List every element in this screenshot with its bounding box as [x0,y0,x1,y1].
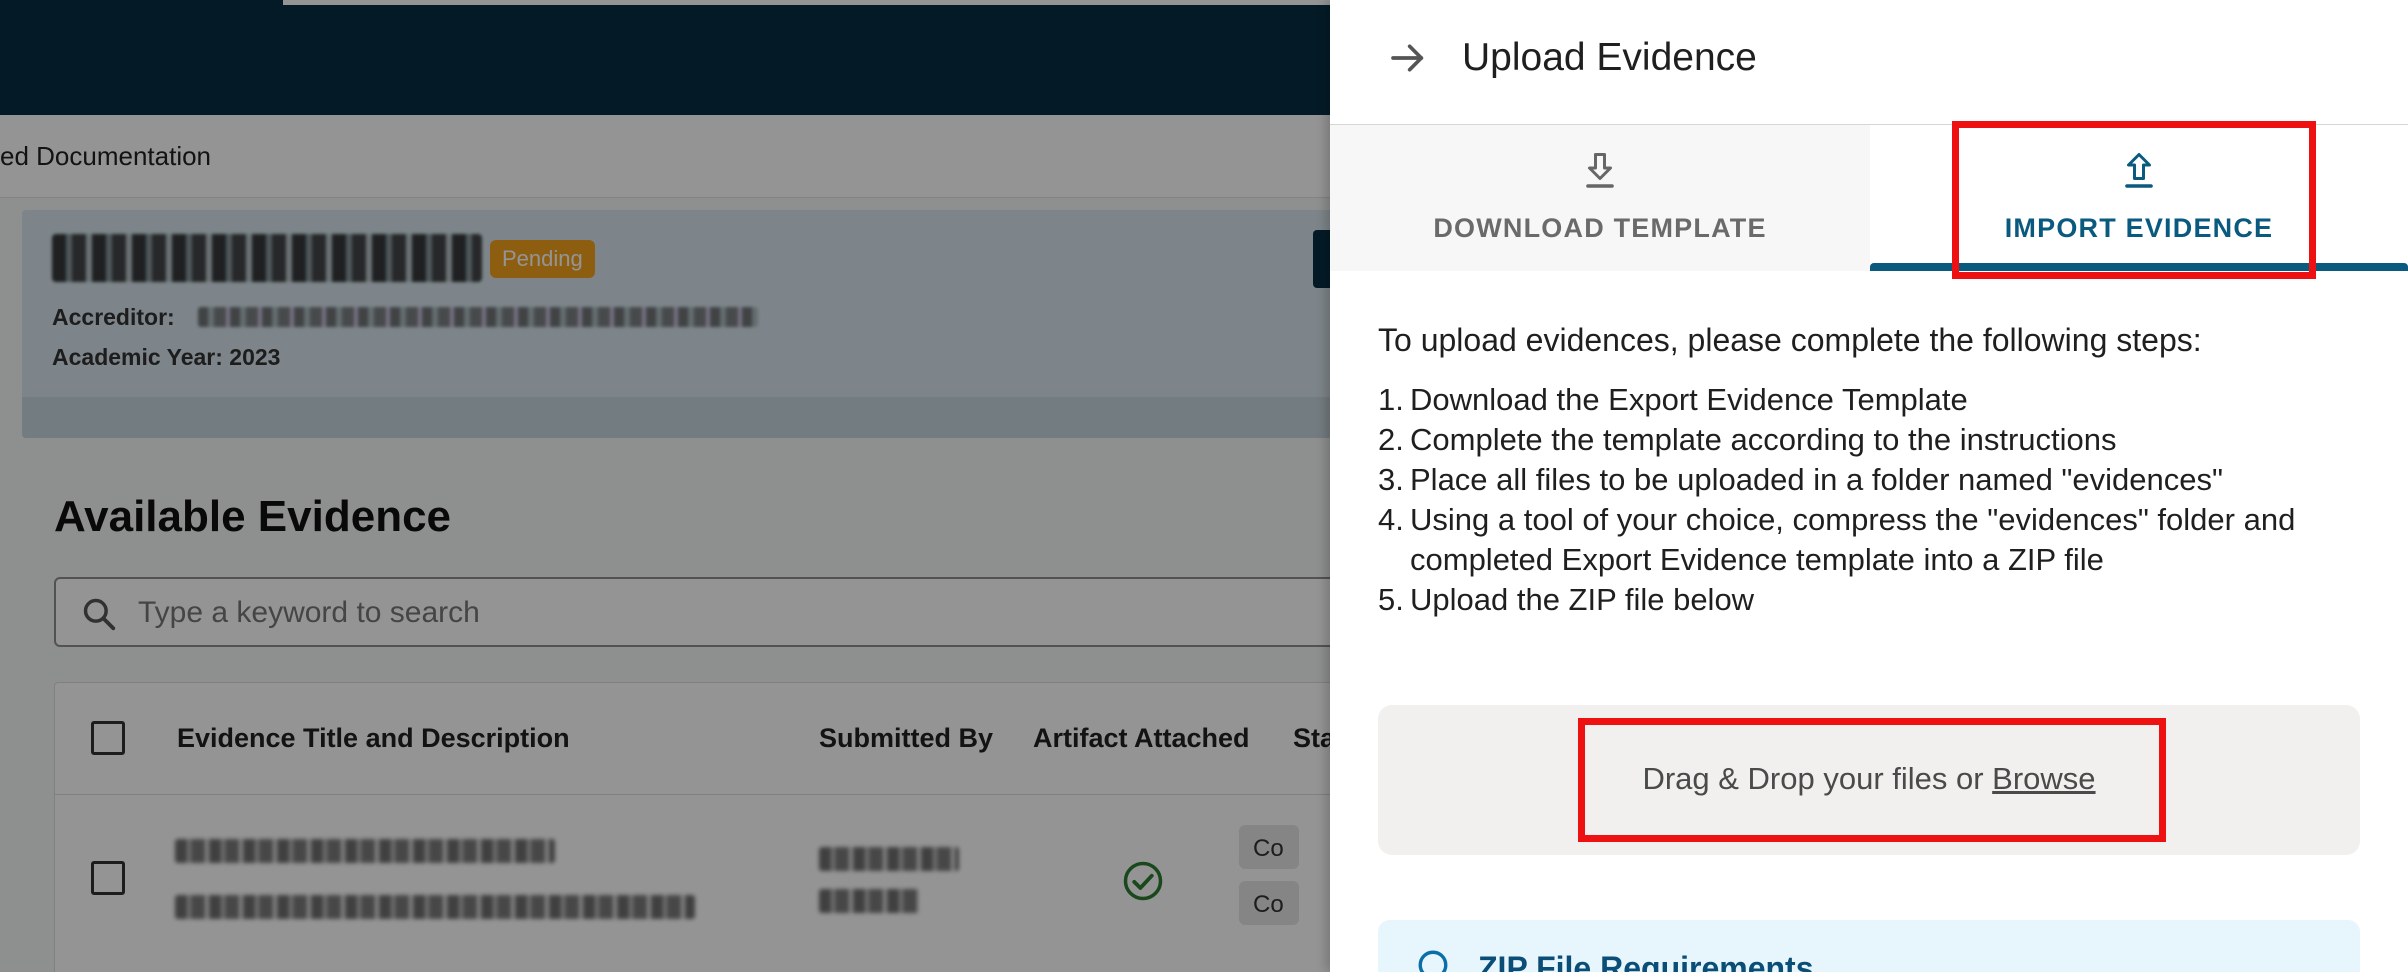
instructions-intro: To upload evidences, please complete the… [1378,322,2202,358]
info-icon [1418,950,1448,972]
zip-requirements-title: ZIP File Requirements [1478,950,1814,972]
step-item: 5. Upload the ZIP file below [1378,582,1755,617]
instruction-steps: 1. Download the Export Evidence Template … [1378,380,2378,620]
upload-tabs: DOWNLOAD TEMPLATE IMPORT EVIDENCE [1330,121,2408,279]
download-icon [1586,153,1614,188]
step-item: 1. Download the Export Evidence Template [1378,382,1968,417]
step-item: 3. Place all files to be uploaded in a fo… [1378,462,2224,497]
drawer-header: Upload Evidence [1330,0,2408,125]
zip-requirements-panel[interactable]: ZIP File Requirements [1378,920,2360,972]
step-item: 4. Using a tool of your choice, compress … [1378,502,2296,577]
drawer-title: Upload Evidence [1462,36,1757,79]
step-item: 2. Complete the template according to the… [1378,422,2117,457]
highlight-dropzone [1578,718,2166,842]
tab-download-template[interactable]: DOWNLOAD TEMPLATE [1330,125,1870,271]
arrow-right-icon[interactable] [1388,38,1428,78]
highlight-import-tab [1952,121,2316,279]
tab-download-label: DOWNLOAD TEMPLATE [1433,213,1767,243]
